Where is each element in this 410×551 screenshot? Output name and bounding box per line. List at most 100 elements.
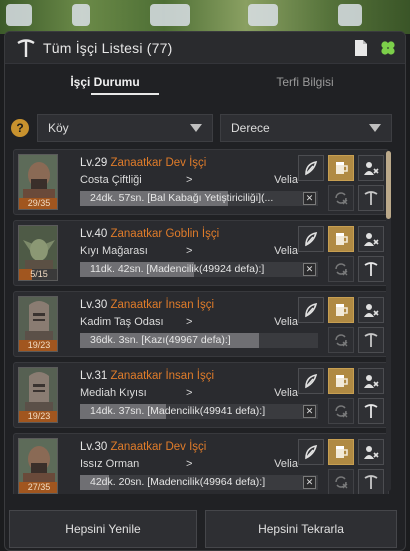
title-bar[interactable]: Tüm İşçi Listesi (77) — [5, 32, 405, 64]
list-scrollbar[interactable] — [386, 151, 391, 491]
pickaxe-icon[interactable] — [358, 256, 384, 282]
location-dropdown[interactable]: Köy — [37, 114, 213, 142]
repeat-all-button[interactable]: Hepsini Tekrarla — [205, 510, 397, 548]
worker-title: Lv.40 Zanaatkar Goblin İşçi — [80, 228, 219, 240]
repeat-icon[interactable] — [328, 469, 354, 494]
tab-worker-status[interactable]: İşçi Durumu — [5, 64, 205, 100]
feather-icon[interactable] — [298, 439, 324, 465]
repeat-icon[interactable] — [328, 327, 354, 353]
refresh-all-button[interactable]: Hepsini Yenile — [9, 510, 197, 548]
fire-worker-icon[interactable] — [358, 439, 384, 465]
repeat-icon[interactable] — [328, 185, 354, 211]
beer-mug-icon[interactable] — [328, 439, 354, 465]
goblin-portrait-icon — [19, 226, 57, 272]
arrow-right-icon: > — [186, 245, 193, 257]
sort-dropdown-value: Derece — [231, 121, 270, 135]
worker-list-window: Tüm İşçi Listesi (77) İşçi Durumu Terfi … — [4, 31, 406, 551]
fire-worker-icon[interactable] — [358, 155, 384, 181]
task-progress: 11dk. 42sn. [Madencilik(49924 defa):] ✕ — [80, 262, 318, 277]
game-background — [0, 0, 410, 34]
worker-portrait: 19/23 — [18, 367, 58, 423]
cancel-task-button[interactable]: ✕ — [303, 405, 316, 418]
pickaxe-icon[interactable] — [358, 469, 384, 494]
feather-icon[interactable] — [298, 368, 324, 394]
footer-bar: Hepsini Yenile Hepsini Tekrarla — [9, 510, 405, 550]
worker-portrait: 29/35 — [18, 154, 58, 210]
repeat-icon[interactable] — [328, 398, 354, 424]
worker-location: Mediah Kıyısı > Velia — [80, 387, 298, 399]
beer-mug-icon[interactable] — [328, 226, 354, 252]
worker-place: Kıyı Mağarası — [80, 245, 148, 257]
human-portrait-icon — [19, 297, 57, 343]
worker-portrait: 5/15 — [18, 225, 58, 281]
worker-job: Zanaatkar Goblin İşçi — [110, 228, 220, 240]
document-icon[interactable] — [353, 39, 369, 57]
worker-card[interactable]: 27/35 Lv.30 Zanaatkar Dev İşçi Issız Orm… — [13, 433, 389, 494]
stamina-bar: 19/23 — [19, 411, 57, 422]
worker-place: Kadim Taş Odası — [80, 316, 164, 328]
arrow-right-icon: > — [186, 316, 193, 328]
worker-town: Velia — [274, 245, 298, 257]
feather-icon[interactable] — [298, 297, 324, 323]
scrollbar-thumb[interactable] — [386, 151, 391, 219]
worker-card[interactable]: 19/23 Lv.31 Zanaatkar İnsan İşçi Mediah … — [13, 362, 389, 428]
worker-location: Kadim Taş Odası > Velia — [80, 316, 298, 328]
tab-bar: İşçi Durumu Terfi Bilgisi — [5, 64, 405, 100]
worker-title: Lv.29 Zanaatkar Dev İşçi — [80, 157, 206, 169]
worker-level: Lv.30 — [80, 441, 108, 453]
worker-place: Costa Çiftliği — [80, 174, 142, 186]
beer-mug-icon[interactable] — [328, 155, 354, 181]
worker-title: Lv.31 Zanaatkar İnsan İşçi — [80, 370, 214, 382]
worker-town: Velia — [274, 458, 298, 470]
worker-location: Issız Orman > Velia — [80, 458, 298, 470]
worker-level: Lv.29 — [80, 157, 108, 169]
task-progress: 14dk. 37sn. [Madencilik(49941 defa):] ✕ — [80, 404, 318, 419]
giant-portrait-icon — [19, 439, 57, 485]
pickaxe-icon[interactable] — [358, 185, 384, 211]
worker-town: Velia — [274, 174, 298, 186]
help-icon[interactable]: ? — [11, 119, 29, 137]
human-portrait-icon — [19, 368, 57, 414]
repeat-icon[interactable] — [328, 256, 354, 282]
stamina-bar: 19/23 — [19, 340, 57, 351]
beer-mug-icon[interactable] — [328, 368, 354, 394]
cancel-task-button[interactable]: ✕ — [303, 476, 316, 489]
worker-portrait: 27/35 — [18, 438, 58, 494]
fire-worker-icon[interactable] — [358, 368, 384, 394]
tab-promotion-info[interactable]: Terfi Bilgisi — [205, 64, 405, 100]
feather-icon[interactable] — [298, 155, 324, 181]
arrow-right-icon: > — [186, 174, 193, 186]
location-dropdown-value: Köy — [48, 121, 69, 135]
feather-icon[interactable] — [298, 226, 324, 252]
worker-card[interactable]: 29/35 Lv.29 Zanaatkar Dev İşçi Costa Çif… — [13, 149, 389, 215]
worker-location: Costa Çiftliği > Velia — [80, 174, 298, 186]
worker-list: 29/35 Lv.29 Zanaatkar Dev İşçi Costa Çif… — [13, 149, 393, 494]
worker-title: Lv.30 Zanaatkar İnsan İşçi — [80, 299, 214, 311]
stamina-bar: 29/35 — [19, 198, 57, 209]
cancel-task-button[interactable]: ✕ — [303, 192, 316, 205]
clover-icon[interactable] — [379, 39, 395, 57]
pickaxe-icon[interactable] — [358, 398, 384, 424]
task-progress: 36dk. 3sn. [Kazı(49967 defa):] — [80, 333, 318, 348]
chevron-down-icon — [369, 124, 381, 132]
worker-job: Zanaatkar İnsan İşçi — [110, 299, 215, 311]
worker-job: Zanaatkar İnsan İşçi — [110, 370, 215, 382]
worker-card[interactable]: 5/15 Lv.40 Zanaatkar Goblin İşçi Kıyı Ma… — [13, 220, 389, 286]
pickaxe-icon[interactable] — [358, 327, 384, 353]
worker-town: Velia — [274, 387, 298, 399]
worker-job: Zanaatkar Dev İşçi — [110, 157, 207, 169]
task-label: 14dk. 37sn. [Madencilik(49941 defa):] — [90, 405, 266, 417]
sort-dropdown[interactable]: Derece — [220, 114, 392, 142]
worker-portrait: 19/23 — [18, 296, 58, 352]
worker-title: Lv.30 Zanaatkar Dev İşçi — [80, 441, 206, 453]
pickaxe-icon — [17, 38, 35, 57]
beer-mug-icon[interactable] — [328, 297, 354, 323]
cancel-task-button[interactable]: ✕ — [303, 263, 316, 276]
worker-card[interactable]: 19/23 Lv.30 Zanaatkar İnsan İşçi Kadim T… — [13, 291, 389, 357]
fire-worker-icon[interactable] — [358, 297, 384, 323]
arrow-right-icon: > — [186, 458, 193, 470]
fire-worker-icon[interactable] — [358, 226, 384, 252]
window-title: Tüm İşçi Listesi (77) — [43, 39, 173, 56]
task-label: 24dk. 57sn. [Bal Kabağı Yetiştiriciliği]… — [90, 192, 274, 204]
worker-level: Lv.31 — [80, 370, 108, 382]
